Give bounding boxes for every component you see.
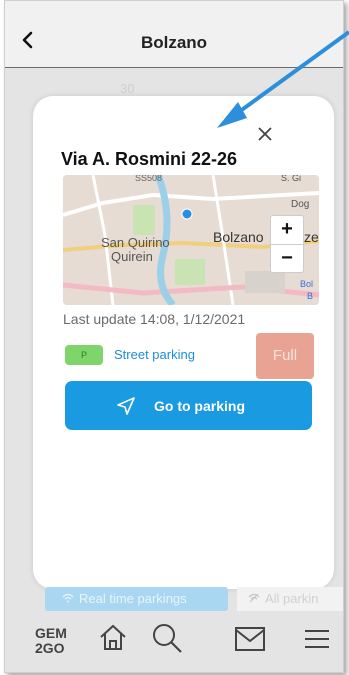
last-update-text: Last update 14:08, 1/12/2021 [63, 311, 246, 327]
map-label-bolzano: Bolzano [213, 229, 264, 245]
page-title: Bolzano [140, 33, 208, 52]
search-icon[interactable] [150, 621, 184, 655]
map-label-dog: Dog [291, 199, 310, 210]
wifi-icon [61, 587, 75, 611]
home-icon[interactable] [97, 622, 129, 654]
background-number: 30 [120, 81, 135, 96]
header-bar: Bolzano [5, 1, 343, 68]
tab-real-time-label: Real time parkings [79, 591, 187, 606]
parking-type-badge: P [65, 345, 103, 365]
tab-real-time-parkings[interactable]: Real time parkings [45, 587, 228, 611]
map-label-ze: ze [304, 229, 319, 245]
close-icon[interactable] [252, 121, 278, 147]
mail-icon[interactable] [234, 626, 266, 652]
map-label-quirein: Quirein [111, 249, 153, 264]
go-to-parking-label: Go to parking [154, 398, 245, 414]
gem2go-logo: GEM 2GO [35, 626, 67, 656]
wifi-off-icon [247, 587, 261, 611]
map-label-b: B [307, 291, 314, 301]
tab-all-parkings[interactable]: All parkin [237, 587, 343, 611]
menu-icon[interactable] [303, 627, 331, 651]
navigation-arrow-icon [117, 397, 135, 415]
logo-line-1: GEM [35, 625, 67, 641]
map-label-road: SS508 [135, 175, 163, 183]
street-name: Via A. Rosmini 22-26 [61, 149, 238, 169]
zoom-in-button[interactable]: + [271, 216, 303, 243]
map-zoom-control: + − [270, 215, 304, 273]
status-badge: Full [256, 333, 314, 379]
phone-screen: Bolzano 30 Via A. Rosmini 22-26 SS508 S.… [4, 0, 344, 673]
go-to-parking-button[interactable]: Go to parking [65, 381, 312, 430]
map-label-s-gi: S. Gi [281, 175, 302, 183]
logo-line-2: 2GO [35, 640, 65, 656]
parking-type-label: Street parking [114, 347, 195, 362]
tab-all-label: All parkin [265, 591, 319, 606]
map-label-bol: Bol [300, 279, 314, 289]
zoom-out-button[interactable]: − [271, 244, 303, 272]
map-label-san-quirino: San Quirino [101, 235, 170, 250]
